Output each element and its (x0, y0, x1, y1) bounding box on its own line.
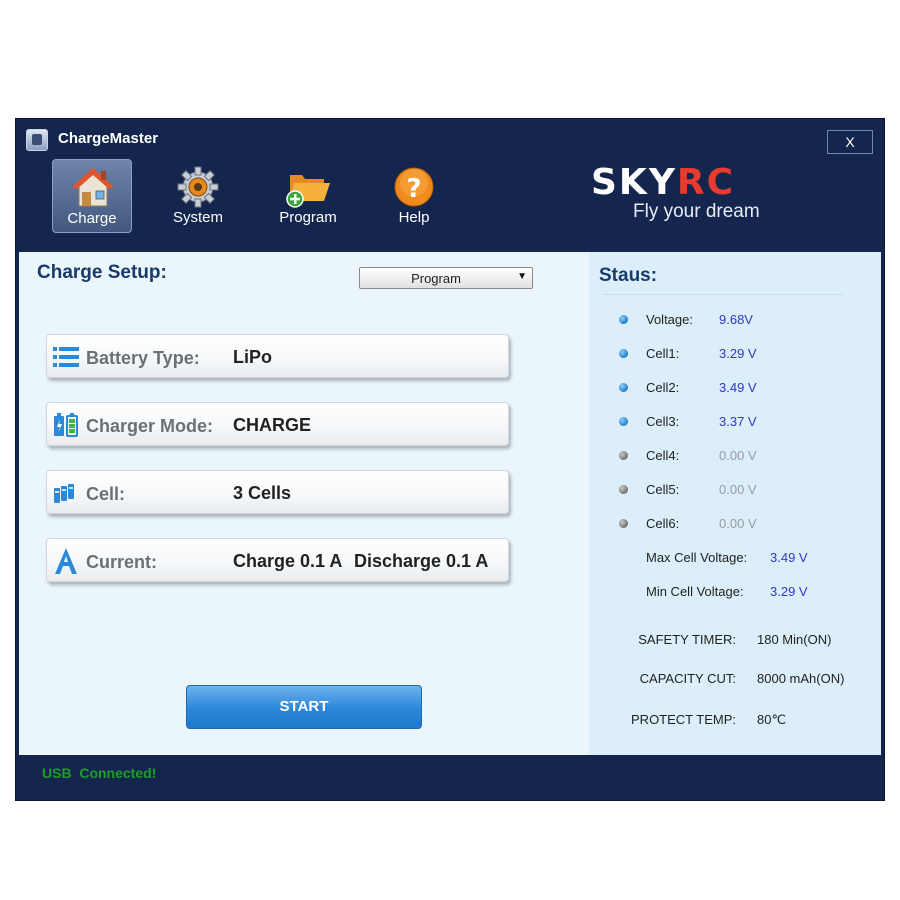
brand-tagline: Fly your dream (633, 201, 760, 222)
usb-connection-status: USB Connected! (42, 765, 157, 781)
status-dot-icon (619, 485, 628, 494)
cell-value: 3 Cells (233, 483, 292, 503)
home-icon (72, 168, 114, 207)
program-select-value: Program (411, 271, 461, 286)
cell1-value: 3.29 V (719, 346, 757, 361)
svg-text:?: ? (406, 174, 421, 204)
status-divider (603, 294, 843, 295)
cell6-value: 0.00 V (719, 516, 757, 531)
start-button[interactable]: START (186, 685, 422, 729)
app-icon (26, 129, 48, 151)
status-panel: Staus: Voltage: 9.68V Cell1: 3.29 V Cell… (589, 252, 881, 755)
safety-timer-row: SAFETY TIMER: 180 Min(ON) (589, 630, 881, 650)
safety-timer-label: SAFETY TIMER: (638, 632, 736, 647)
status-dot-icon (619, 451, 628, 460)
safety-timer-value: 180 Min(ON) (757, 632, 832, 647)
current-label: Current: (86, 552, 157, 572)
battery-type-row[interactable]: Battery Type: LiPo (46, 334, 509, 378)
gear-icon (177, 166, 219, 208)
charge-setup-title: Charge Setup: (37, 262, 167, 283)
current-icon (55, 548, 77, 574)
nav-label-program: Program (279, 209, 337, 226)
protect-temp-label: PROTECT TEMP: (631, 712, 736, 727)
cell3-label: Cell3: (646, 414, 680, 429)
app-window: ChargeMaster X Charge System Program ? H… (15, 118, 885, 801)
cells-icon (54, 484, 74, 503)
charge-setup-panel: Charge Setup: Program ▼ Battery Type: Li… (19, 252, 589, 755)
status-dot-icon (619, 315, 628, 324)
protect-temp-row: PROTECT TEMP: 80℃ (589, 710, 881, 730)
charger-mode-label: Charger Mode: (86, 416, 214, 436)
cell1-label: Cell1: (646, 346, 680, 361)
cell2-label: Cell2: (646, 380, 680, 395)
max-cell-voltage-label: Max Cell Voltage: (646, 550, 748, 565)
voltage-label: Voltage: (646, 312, 693, 327)
capacity-cut-label: CAPACITY CUT: (639, 671, 736, 686)
cell5-label: Cell5: (646, 482, 680, 497)
cell4-row: Cell4: 0.00 V (589, 446, 881, 466)
min-cell-voltage-value: 3.29 V (770, 584, 808, 599)
cell6-row: Cell6: 0.00 V (589, 514, 881, 534)
window-title: ChargeMaster (58, 130, 159, 147)
voltage-row: Voltage: 9.68V (589, 310, 881, 330)
status-dot-icon (619, 519, 628, 528)
status-dot-icon (619, 417, 628, 426)
cell2-value: 3.49 V (719, 380, 757, 395)
status-title: Staus: (599, 265, 658, 286)
cell2-row: Cell2: 3.49 V (589, 378, 881, 398)
nav-program[interactable]: Program (268, 159, 348, 233)
program-select[interactable]: Program ▼ (359, 267, 533, 289)
nav-label-charge: Charge (67, 210, 117, 227)
cell5-value: 0.00 V (719, 482, 757, 497)
capacity-cut-row: CAPACITY CUT: 8000 mAh(ON) (589, 669, 881, 689)
battery-type-label: Battery Type: (86, 348, 200, 368)
current-row[interactable]: Current: Charge 0.1 A Discharge 0.1 A (46, 538, 509, 582)
nav-system[interactable]: System (158, 159, 238, 233)
close-button[interactable]: X (827, 130, 873, 154)
voltage-value: 9.68V (719, 312, 753, 327)
brand-wordmark: SKYRC (591, 162, 736, 203)
folder-add-icon (286, 175, 330, 208)
nav-label-help: Help (398, 209, 430, 226)
min-cell-voltage-row: Min Cell Voltage: 3.29 V (589, 582, 881, 602)
help-icon: ? (394, 167, 434, 207)
nav-help[interactable]: ? Help (374, 159, 454, 233)
protect-temp-value: 80℃ (757, 712, 787, 727)
cell1-row: Cell1: 3.29 V (589, 344, 881, 364)
cell3-row: Cell3: 3.37 V (589, 412, 881, 432)
max-cell-voltage-value: 3.49 V (770, 550, 808, 565)
charger-mode-value: CHARGE (233, 415, 312, 435)
brand-logo: SKYRC Fly your dream (591, 163, 791, 229)
cell5-row: Cell5: 0.00 V (589, 480, 881, 500)
battery-mode-icon (54, 413, 78, 437)
charger-mode-row[interactable]: Charger Mode: CHARGE (46, 402, 509, 446)
capacity-cut-value: 8000 mAh(ON) (757, 671, 845, 686)
current-discharge-value: Discharge 0.1 A (354, 551, 489, 571)
cell4-label: Cell4: (646, 448, 680, 463)
cell-label: Cell: (86, 484, 126, 504)
max-cell-voltage-row: Max Cell Voltage: 3.49 V (589, 548, 881, 568)
status-dot-icon (619, 383, 628, 392)
cell3-value: 3.37 V (719, 414, 757, 429)
cell4-value: 0.00 V (719, 448, 757, 463)
cell6-label: Cell6: (646, 516, 680, 531)
min-cell-voltage-label: Min Cell Voltage: (646, 584, 744, 599)
nav-charge[interactable]: Charge (52, 159, 132, 233)
status-dot-icon (619, 349, 628, 358)
nav-label-system: System (172, 209, 223, 226)
list-icon (53, 347, 79, 367)
battery-type-value: LiPo (233, 347, 272, 367)
cell-row[interactable]: Cell: 3 Cells (46, 470, 509, 514)
current-charge-value: Charge 0.1 A (233, 551, 343, 571)
chevron-down-icon: ▼ (517, 271, 527, 282)
